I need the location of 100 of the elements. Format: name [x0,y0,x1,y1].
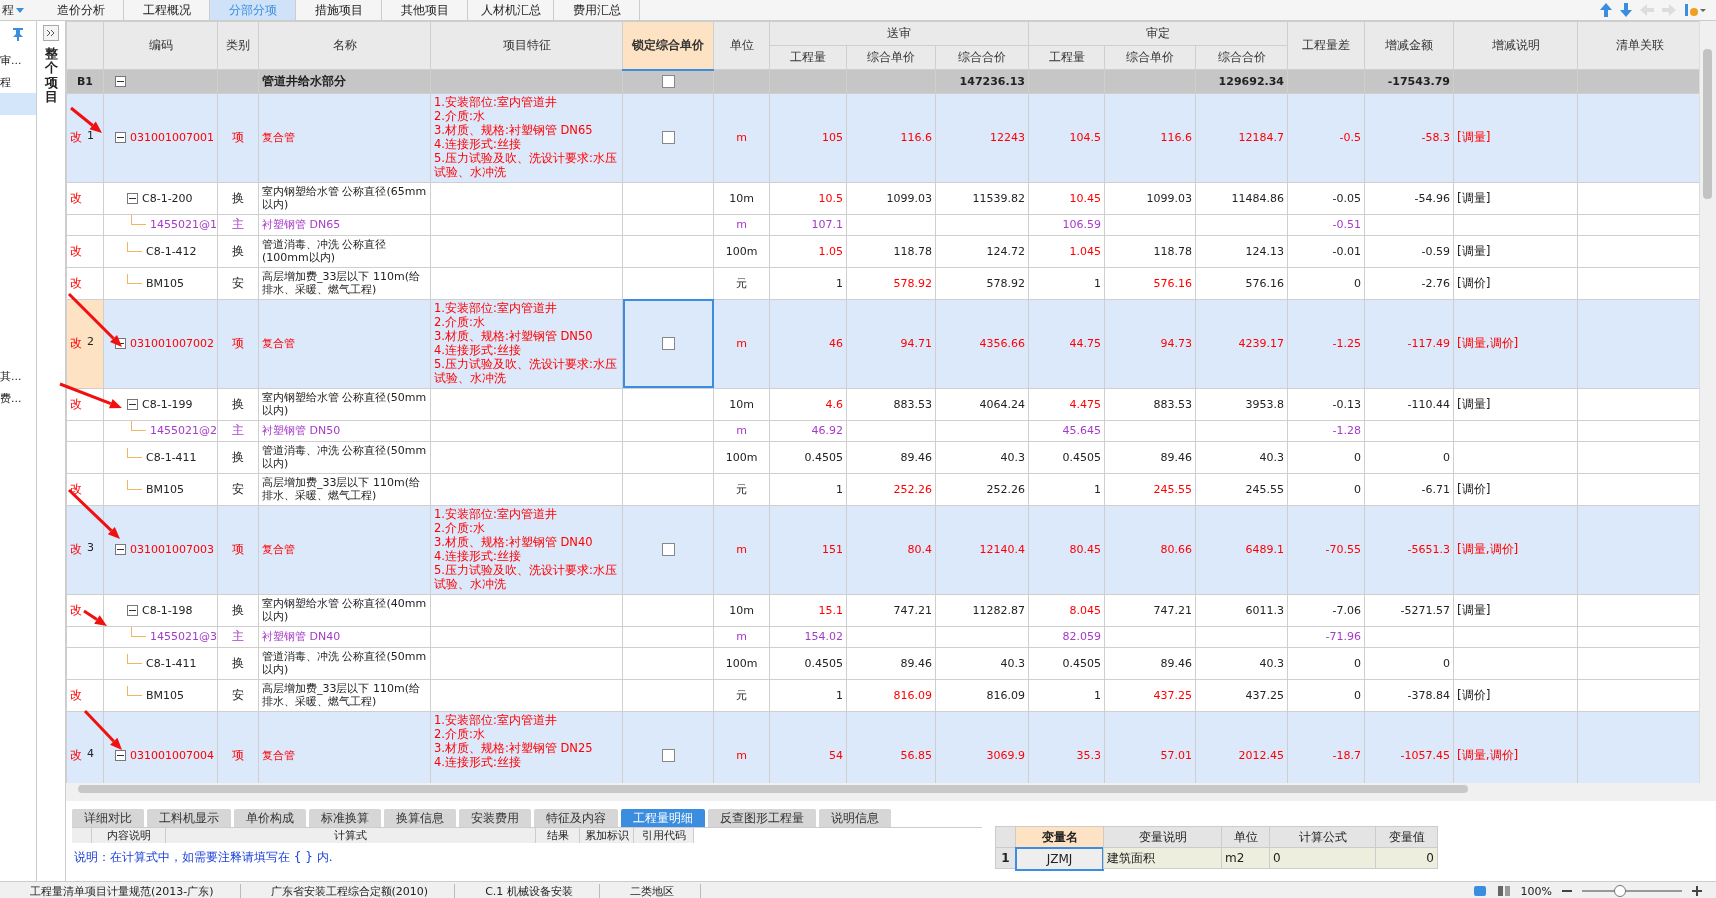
value-cell: 747.21 [1153,603,1192,617]
value-cell: 1099.03 [1146,191,1192,205]
collapse-button[interactable] [115,132,126,143]
feature-text: 1.安装部位:室内管道井 2.介质:水 3.材质、规格:衬塑钢管 DN65 4.连接形式:丝接 5.压力试验及吹、洗设计要求:水压试验、水冲洗 [434,94,618,179]
collapse-button[interactable] [127,192,138,204]
value-cell: 11484.86 [1231,191,1285,205]
value-cell: -2.76 [1421,276,1451,290]
lock-checkbox[interactable] [661,131,675,144]
value-cell: 147236.13 [959,74,1025,88]
value-cell: -0.01 [1332,244,1362,258]
value-cell: 80.4 [907,543,932,556]
unit-cell: 100m [725,450,758,464]
unit-cell: 10m [729,397,754,411]
value-cell: 437.25 [1153,688,1192,702]
unit-cell: 元 [736,482,747,496]
lock-checkbox[interactable] [661,75,675,88]
value-cell: -71.96 [1325,630,1362,643]
name-cell: 复合管 [262,131,295,144]
value-cell: 105 [822,131,843,144]
type-cell: 换 [232,655,244,670]
move-up-icon[interactable] [1600,3,1612,17]
value-cell: 3953.8 [1245,397,1285,411]
tab[interactable]: 反查图形工程量 [708,809,816,827]
lock-checkbox[interactable] [661,337,675,350]
value-cell: 40.3 [1259,450,1285,464]
type-cell: 主 [232,217,244,231]
zoom-in-icon[interactable] [1692,886,1702,896]
modified-mark: 改 [70,541,82,558]
tab[interactable]: 说明信息 [819,809,891,827]
tab[interactable]: 工料机显示 [147,809,231,827]
sidebar-item[interactable]: 其... [0,365,36,387]
tab[interactable]: 标准换算 [309,809,381,827]
type-cell: 项 [232,748,244,762]
pin-icon[interactable] [11,27,25,41]
feature-text: 1.安装部位:室内管道井 2.介质:水 3.材质、规格:衬塑钢管 DN50 4.连接形式:丝接 5.压力试验及吹、洗设计要求:水压试验、水冲洗 [434,300,618,385]
value-cell: 1099.03 [886,191,932,205]
column-header: 名称 [258,21,431,70]
value-cell: 4.475 [1069,397,1101,411]
type-cell: 安 [232,687,244,702]
menu-label[interactable]: 程 [2,1,14,19]
annotation-arrow [67,292,122,347]
value-cell: 80.66 [1160,543,1192,556]
double-chevron-icon [46,29,56,37]
note-cell: [调量] [1457,190,1491,205]
move-down-icon[interactable] [1620,3,1632,17]
value-cell: 0.4505 [804,656,843,670]
value-cell: 11539.82 [972,191,1025,205]
modified-mark: 改 [70,274,82,292]
tab[interactable]: 特征及内容 [534,809,618,827]
caret-icon[interactable] [16,7,24,13]
columns-view-icon[interactable] [1496,885,1511,897]
unit-cell: 元 [736,688,747,702]
hint-text: 说明：在计算式中，如需要注释请填写在 { } 内. [73,849,334,866]
tab[interactable]: 安装费用 [459,809,531,827]
modified-mark: 改 [70,189,82,207]
value-cell: 252.26 [893,482,932,496]
value-cell: 124.72 [986,244,1025,258]
tab[interactable]: 详细对比 [72,809,144,827]
collapse-button[interactable] [115,75,126,87]
tab[interactable]: 换算信息 [384,809,456,827]
value-cell: 747.21 [893,603,932,617]
modified-mark: 改 [70,747,82,764]
type-cell: 换 [232,602,244,617]
page-view-icon[interactable] [1472,885,1487,897]
value-cell: -18.7 [1332,749,1362,762]
tab[interactable]: 单价构成 [234,809,306,827]
unit-cell: 10m [729,603,754,617]
modified-mark: 改 [70,242,82,260]
value-cell: 89.46 [1160,656,1192,670]
value-cell: 11282.87 [972,603,1025,617]
code-cell: 1455021@2 [150,424,217,437]
value-cell: -0.13 [1332,397,1362,411]
unit-cell: m [736,337,747,350]
value-cell: 40.3 [1259,656,1285,670]
unit-cell: m [736,131,747,144]
scrollbar[interactable] [1699,21,1716,783]
expand-button[interactable] [43,25,59,41]
collapse-button[interactable] [115,750,126,761]
value-cell: 1.05 [818,244,843,258]
column-header: 内容说明 [92,828,166,843]
value-cell: 576.16 [1245,276,1285,290]
unit-cell: 10m [729,191,754,205]
collapse-button[interactable] [127,398,138,410]
sidebar-item[interactable]: 审... [0,49,36,71]
collapse-button[interactable] [115,544,126,555]
sidebar-item[interactable]: 程 [0,71,36,93]
value-cell: 816.09 [893,688,932,702]
sidebar-item[interactable]: 费... [0,387,36,409]
collapse-button[interactable] [127,604,138,616]
value-cell: 1 [1094,276,1101,290]
column-header: 工程量差 [1287,21,1365,70]
slider-thumb[interactable] [1614,885,1626,897]
note-cell: [调价] [1457,275,1491,290]
type-cell: 安 [232,275,244,290]
unit-cell: 元 [736,276,747,290]
value-cell: 883.53 [1153,397,1192,411]
column-header: 引用代码 [634,828,694,843]
lock-checkbox[interactable] [661,749,675,762]
lock-checkbox[interactable] [661,543,675,556]
value-cell: 54 [829,749,843,762]
